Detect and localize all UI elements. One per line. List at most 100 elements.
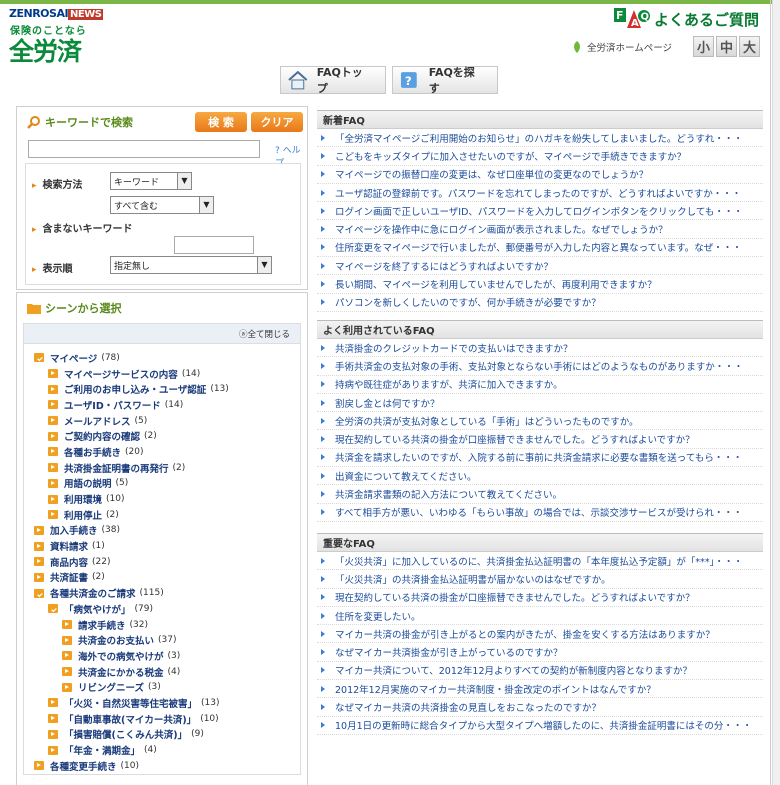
scene-item-count: (32) — [129, 619, 148, 630]
scene-tree-item[interactable]: 利用停止 (2) — [28, 507, 300, 523]
scene-item-count: (4) — [167, 666, 181, 677]
scene-tree-item[interactable]: 請求手続き (32) — [28, 617, 300, 633]
method-select[interactable]: キーワード ▼ — [110, 172, 192, 190]
faq-link-text: 出資金について教えてください。 — [335, 471, 477, 483]
faq-link[interactable]: 住所変更をマイページで行いましたが、郵便番号が入力した内容と異なっています。なぜ… — [317, 239, 763, 258]
faq-link[interactable]: 「火災共済」に加入しているのに、共済掛金払込証明書の「本年度払込予定額」が「**… — [317, 552, 763, 571]
faq-top-button[interactable]: FAQトップ — [280, 66, 386, 95]
faq-link[interactable]: 出資金について教えてください。 — [317, 467, 763, 486]
faq-link[interactable]: 10月1日の更新時に総合タイプから大型タイプへ増額したのに、共済掛金証明書にはそ… — [317, 717, 763, 735]
scene-tree-item[interactable]: 海外での病気やけが (3) — [28, 648, 300, 664]
faq-link[interactable]: こどもをキッズタイプに加入させたいのですが、マイページで手続きできますか？ — [317, 147, 763, 166]
faq-link[interactable]: すべて相手方が悪い、いわゆる「もらい事故」の場合では、示談交渉サービスが受けられ… — [317, 504, 763, 522]
scene-title: シーンから選択 — [45, 302, 122, 315]
faq-link[interactable]: ユーザ認証の登録前です。パスワードを忘れてしまったのですが、どうすればよいですか… — [317, 184, 763, 203]
faq-link-text: マイカー共済の掛金が引き上がるとの案内がきたが、掛金を安くする方法はありますか？ — [335, 629, 715, 641]
font-size-small-button[interactable]: 小 — [693, 36, 714, 57]
faq-top-label: FAQトップ — [316, 66, 363, 95]
faq-link[interactable]: 長い期間、マイページを利用していませんでしたが、再度利用できますか？ — [317, 275, 763, 294]
home-link[interactable]: 全労済ホームページ — [572, 40, 672, 54]
scene-tree-item[interactable]: 各種変更手続き (10) — [28, 758, 300, 774]
faq-link[interactable]: ログイン画面で正しいユーザID、パスワードを入力してログインボタンをクリックして… — [317, 202, 763, 221]
faq-link[interactable]: マイページを終了するにはどうすればよいですか？ — [317, 257, 763, 276]
scene-tree-item[interactable]: 共済掛金証明書の再発行 (2) — [28, 460, 300, 476]
match-select[interactable]: すべて含む ▼ — [110, 196, 214, 214]
faq-link[interactable]: 手術共済金の支払対象の手術、支払対象とならない手術にはどのようなものがありますか… — [317, 357, 763, 376]
scene-tree-item[interactable]: 共済証書 (2) — [28, 570, 300, 586]
collapse-all-button[interactable]: ⓐ全て閉じる — [239, 328, 290, 340]
scene-item-label: ご契約内容の確認 — [64, 432, 141, 444]
scene-tree-item[interactable]: ご契約内容の確認 (2) — [28, 428, 300, 444]
faq-link[interactable]: なぜマイカー共済掛金が引き上がっているのですか？ — [317, 643, 763, 662]
scene-item-count: (2) — [144, 431, 157, 442]
font-size-medium-button[interactable]: 中 — [716, 36, 737, 57]
magnifier-icon — [27, 116, 40, 129]
faq-link[interactable]: マイページでの振替口座の変更は、なぜ口座単位の変更なのでしょうか？ — [317, 166, 763, 184]
font-size-large-button[interactable]: 大 — [739, 36, 760, 57]
scene-tree-item[interactable]: メールアドレス (5) — [28, 413, 300, 429]
scene-item-label: ご利用のお申し込み・ユーザ認証 — [64, 385, 207, 397]
faq-link[interactable]: 現在契約している共済の掛金が口座振替できませんでした。どうすればよいですか？ — [317, 430, 763, 449]
faq-link[interactable]: 割戻し金とは何ですか？ — [317, 394, 763, 413]
faq-link[interactable]: 住所を変更したい。 — [317, 607, 763, 626]
faq-logo[interactable]: F A Q よくあるご質問 — [614, 8, 759, 30]
faq-link[interactable]: 共済金請求書類の記入方法について教えてください。 — [317, 485, 763, 504]
faq-search-button[interactable]: ? FAQを探す — [392, 66, 498, 95]
scene-tree-item[interactable]: 「年金・満期金」 (4) — [28, 742, 300, 758]
scene-tree-item[interactable]: 共済金のお支払い (37) — [28, 632, 300, 648]
faq-link[interactable]: 持病や既往症がありますが、共済に加入できますか。 — [317, 376, 763, 394]
exclude-keyword-input[interactable] — [174, 236, 254, 254]
faq-link[interactable]: 共済金を請求したいのですが、入院する前に事前に共済金請求に必要な書類を送ってもら… — [317, 449, 763, 468]
scene-tree-item[interactable]: 各種共済金のご請求 (115) — [28, 585, 300, 601]
folder-closed-icon — [48, 745, 58, 755]
faq-link[interactable]: 全労済の共済が支払対象としている「手術」はどういったものですか。 — [317, 412, 763, 431]
faq-link[interactable]: なぜマイカー共済の共済掛金の見直しをおこなったのですか？ — [317, 698, 763, 717]
scene-tree-item[interactable]: 「火災・自然災害等住宅被害」 (13) — [28, 695, 300, 711]
scene-tree-item[interactable]: 各種お手続き (20) — [28, 444, 300, 460]
keyword-input[interactable] — [28, 140, 260, 158]
page-scrollbar[interactable] — [772, 0, 780, 785]
scene-tree-item[interactable]: 加入手続き (38) — [28, 523, 300, 539]
scene-item-count: (37) — [158, 635, 177, 646]
scene-tree-item[interactable]: 商品内容 (22) — [28, 554, 300, 570]
faq-link[interactable]: 「全労済マイページご利用開始のお知らせ」のハガキを紛失してしまいました。どうすれ… — [317, 129, 763, 148]
scene-tree-item[interactable]: 用語の説明 (5) — [28, 476, 300, 492]
faq-link[interactable]: マイページを操作中に急にログイン画面が表示されました。なぜでしょうか？ — [317, 220, 763, 239]
faq-link-text: パソコンを新しくしたいのですが、何か手続きが必要ですか？ — [335, 298, 601, 310]
faq-link[interactable]: マイカー共済について、2012年12月よりすべての契約が新制度内容となりますか？ — [317, 662, 763, 681]
faq-link[interactable]: パソコンを新しくしたいのですが、何か手続きが必要ですか？ — [317, 294, 763, 312]
scene-tree-item[interactable]: 利用環境 (10) — [28, 491, 300, 507]
scene-item-count: (22) — [92, 556, 111, 567]
scene-tree-item[interactable]: マイページ (78) — [28, 350, 300, 366]
faq-link[interactable]: 共済掛金のクレジットカードでの支払いはできますか？ — [317, 339, 763, 358]
logo-news-text: NEWS — [68, 9, 104, 20]
scene-item-label: 各種共済金のご請求 — [50, 589, 136, 601]
logo-main[interactable]: 全労済 — [9, 32, 82, 68]
faq-link[interactable]: 現在契約している共済の掛金が口座振替できませんでした。どうすればよいですか？ — [317, 589, 763, 607]
scene-item-count: (9) — [191, 729, 204, 740]
scene-tree-item[interactable]: リビングニーズ (3) — [28, 679, 300, 695]
scene-tree-item[interactable]: 「損害賠償(こくみん共済)」 (9) — [28, 727, 300, 743]
faq-link[interactable]: 2012年12月実施のマイカー共済制度・掛金改定のポイントはなんですか？ — [317, 680, 763, 699]
scene-tree-item[interactable]: 共済金にかかる税金 (4) — [28, 664, 300, 680]
scene-tree-item[interactable]: 「自動車事故(マイカー共済)」 (10) — [28, 711, 300, 727]
faq-link-text: 「火災共済」の共済掛金払込証明書が届かないのはなぜですか。 — [335, 574, 611, 586]
clear-button[interactable]: クリア — [251, 112, 303, 132]
order-select[interactable]: 指定無し ▼ — [110, 256, 272, 274]
folder-closed-icon — [48, 447, 58, 457]
scene-tree-item[interactable]: 資料請求 (1) — [28, 538, 300, 554]
scene-tree-item[interactable]: 「病気やけが」 (79) — [28, 601, 300, 617]
scene-item-label: 「火災・自然災害等住宅被害」 — [64, 698, 198, 710]
faq-link[interactable]: 「火災共済」の共済掛金払込証明書が届かないのはなぜですか。 — [317, 570, 763, 589]
faq-link[interactable]: マイカー共済の掛金が引き上がるとの案内がきたが、掛金を安くする方法はありますか？ — [317, 625, 763, 644]
match-value: すべて含む — [114, 202, 159, 212]
scene-tree-item[interactable]: ご利用のお申し込み・ユーザ認証 (13) — [28, 381, 300, 397]
scene-tree-item[interactable]: ご契約の継続手続き(11) — [28, 774, 300, 775]
zenrosai-news-logo[interactable]: ZENROSAI NEWS — [9, 7, 104, 23]
scene-tree-item[interactable]: ユーザID・パスワード (14) — [28, 397, 300, 413]
search-button[interactable]: 検 索 — [195, 112, 247, 132]
faq-link-text: 「火災共済」に加入しているのに、共済掛金払込証明書の「本年度払込予定額」が「**… — [335, 556, 743, 568]
scene-tree-item[interactable]: マイページサービスの内容 (14) — [28, 366, 300, 382]
scene-item-count: (115) — [139, 588, 164, 599]
folder-closed-icon — [62, 651, 72, 661]
